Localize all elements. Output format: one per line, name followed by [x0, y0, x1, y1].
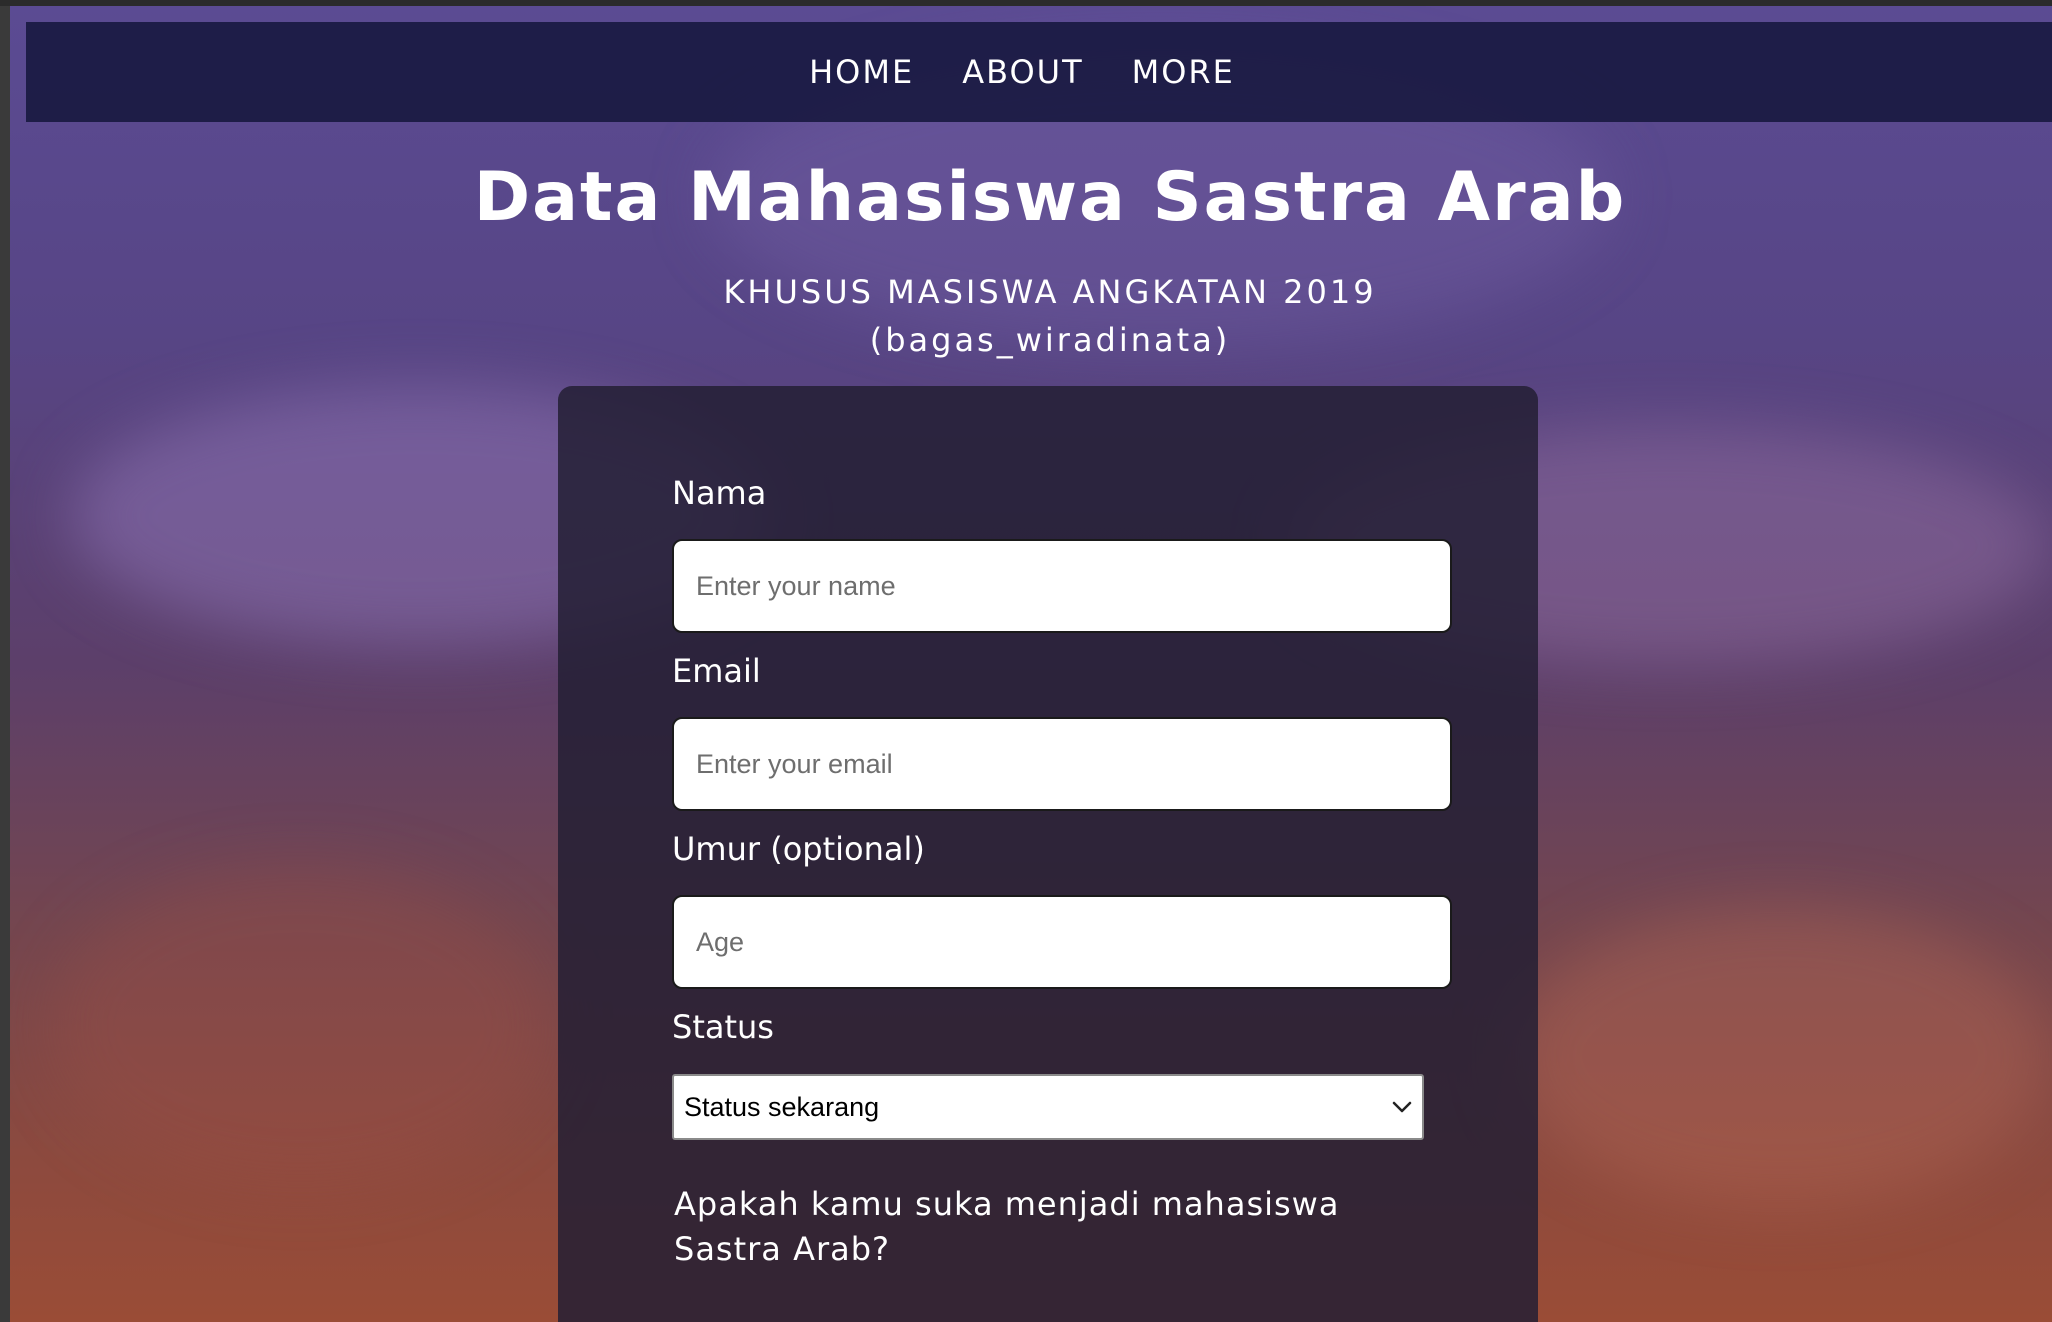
page-title: Data Mahasiswa Sastra Arab [473, 158, 1627, 237]
nav-more-link[interactable]: MORE [1132, 53, 1235, 91]
nav-about-link[interactable]: ABOUT [962, 53, 1083, 91]
nav-home-link[interactable]: HOME [809, 53, 914, 91]
status-select[interactable]: Status sekarang [672, 1074, 1424, 1140]
page-subtitle: KHUSUS MASISWA ANGKATAN 2019 (bagas_wira… [0, 268, 2052, 364]
age-label: Umur (optional) [672, 830, 925, 868]
window-top-edge [0, 0, 2052, 6]
status-selected-value: Status sekarang [684, 1091, 880, 1122]
email-input[interactable] [672, 717, 1452, 811]
age-input[interactable] [672, 895, 1452, 989]
navbar: HOME ABOUT MORE [26, 22, 2052, 122]
survey-question: Apakah kamu suka menjadi mahasiswa Sastr… [674, 1185, 1340, 1268]
page-frame: HOME ABOUT MORE Data Mahasiswa Sastra Ar… [0, 0, 2052, 1322]
name-label: Nama [672, 474, 767, 512]
subtitle-line-2: (bagas_wiradinata) [869, 321, 1231, 359]
nav-links: HOME ABOUT MORE [809, 53, 1235, 91]
chevron-down-icon [1392, 1097, 1412, 1117]
email-label: Email [672, 652, 761, 690]
name-input[interactable] [672, 539, 1452, 633]
form-card: Nama Email Umur (optional) Status Status… [558, 386, 1538, 1322]
subtitle-line-1: KHUSUS MASISWA ANGKATAN 2019 [723, 273, 1377, 311]
status-label: Status [672, 1008, 774, 1046]
